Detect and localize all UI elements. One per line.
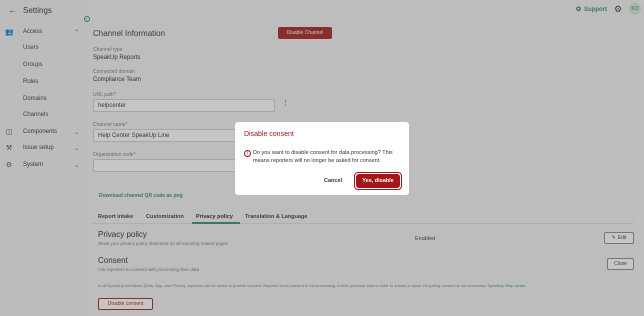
warning-icon: !: [244, 150, 251, 157]
cancel-button[interactable]: Cancel: [324, 178, 342, 184]
dialog-title: Disable consent: [244, 131, 294, 138]
dialog-message: Do you want to disable consent for data …: [253, 150, 393, 164]
confirm-disable-button[interactable]: Yes, disable: [356, 174, 400, 188]
